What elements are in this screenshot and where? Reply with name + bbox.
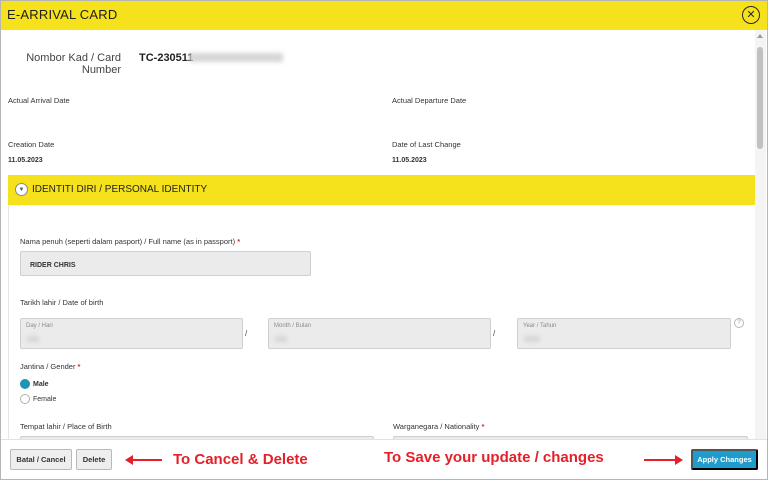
annotation-arrow-right-icon bbox=[675, 455, 683, 465]
dialog-content[interactable]: Nombor Kad / Card Number TC-230511 Actua… bbox=[1, 30, 756, 439]
required-marker: * bbox=[77, 362, 81, 371]
dob-day-placeholder: Day / Hari bbox=[26, 323, 53, 329]
personal-identity-section-header[interactable]: ▼ IDENTITI DIRI / PERSONAL IDENTITY bbox=[8, 175, 756, 205]
gender-male-radio[interactable] bbox=[20, 379, 30, 389]
section-title: IDENTITI DIRI / PERSONAL IDENTITY bbox=[32, 184, 208, 195]
last-change-date-label: Date of Last Change bbox=[392, 140, 461, 149]
cancel-annotation: To Cancel & Delete bbox=[173, 451, 308, 468]
dob-year-placeholder: Year / Tahun bbox=[523, 323, 557, 329]
dob-separator: / bbox=[493, 329, 496, 338]
required-marker: * bbox=[237, 237, 241, 246]
e-arrival-card-dialog: E-ARRIVAL CARD ✕ Nombor Kad / Card Numbe… bbox=[0, 0, 768, 480]
chevron-down-icon[interactable]: ▼ bbox=[15, 183, 28, 196]
full-name-label-text: Nama penuh (seperti dalam pasport) / Ful… bbox=[20, 237, 236, 246]
dialog-titlebar: E-ARRIVAL CARD ✕ bbox=[1, 1, 767, 30]
annotation-arrow-line bbox=[132, 459, 162, 461]
gender-male-label: Male bbox=[33, 381, 49, 388]
dialog-title: E-ARRIVAL CARD bbox=[7, 7, 118, 22]
birth-place-label: Tempat lahir / Place of Birth bbox=[20, 422, 112, 431]
apply-changes-button[interactable]: Apply Changes bbox=[691, 449, 758, 470]
cancel-button[interactable]: Batal / Cancel bbox=[10, 449, 72, 470]
personal-identity-section-body: Nama penuh (seperti dalam pasport) / Ful… bbox=[8, 205, 756, 439]
full-name-value: RIDER CHRIS bbox=[30, 262, 76, 269]
scroll-thumb[interactable] bbox=[757, 47, 763, 149]
gender-label-text: Jantina / Gender bbox=[20, 362, 76, 371]
dob-year-input[interactable]: Year / Tahun bbox=[517, 318, 731, 349]
full-name-input[interactable]: RIDER CHRIS bbox=[20, 251, 311, 276]
dialog-footer: Batal / Cancel Delete To Cancel & Delete… bbox=[1, 439, 767, 479]
scroll-up-arrow-icon[interactable] bbox=[757, 34, 763, 38]
dob-day-input[interactable]: Day / Hari bbox=[20, 318, 243, 349]
dob-separator: / bbox=[245, 329, 248, 338]
nationality-label: Warganegara / Nationality * bbox=[393, 422, 484, 431]
delete-button[interactable]: Delete bbox=[76, 449, 112, 470]
dob-year-redacted bbox=[524, 336, 540, 342]
gender-female-radio[interactable] bbox=[20, 394, 30, 404]
dob-month-input[interactable]: Month / Bulan bbox=[268, 318, 491, 349]
save-annotation: To Save your update / changes bbox=[384, 449, 604, 466]
arrival-date-label: Actual Arrival Date bbox=[8, 96, 70, 105]
creation-date-label: Creation Date bbox=[8, 140, 55, 149]
last-change-date-value: 11.05.2023 bbox=[392, 157, 427, 164]
dob-month-placeholder: Month / Bulan bbox=[274, 323, 312, 329]
gender-label: Jantina / Gender * bbox=[20, 362, 80, 371]
gender-female-label: Female bbox=[33, 396, 57, 403]
dob-day-redacted bbox=[27, 336, 39, 342]
creation-date-value: 11.05.2023 bbox=[8, 157, 43, 164]
card-number-redacted bbox=[189, 53, 283, 62]
required-marker: * bbox=[481, 422, 485, 431]
nationality-label-text: Warganegara / Nationality bbox=[393, 422, 480, 431]
card-number-label: Nombor Kad / Card Number bbox=[26, 52, 121, 76]
dob-month-redacted bbox=[275, 336, 287, 342]
question-circle-icon[interactable]: ? bbox=[734, 318, 744, 328]
dob-label: Tarikh lahir / Date of birth bbox=[20, 298, 104, 307]
vertical-scrollbar[interactable] bbox=[755, 30, 766, 439]
full-name-label: Nama penuh (seperti dalam pasport) / Ful… bbox=[20, 237, 240, 246]
card-number-value: TC-230511 bbox=[139, 52, 194, 64]
close-icon[interactable]: ✕ bbox=[742, 6, 760, 24]
annotation-arrow-line bbox=[644, 459, 676, 461]
departure-date-label: Actual Departure Date bbox=[392, 96, 467, 105]
